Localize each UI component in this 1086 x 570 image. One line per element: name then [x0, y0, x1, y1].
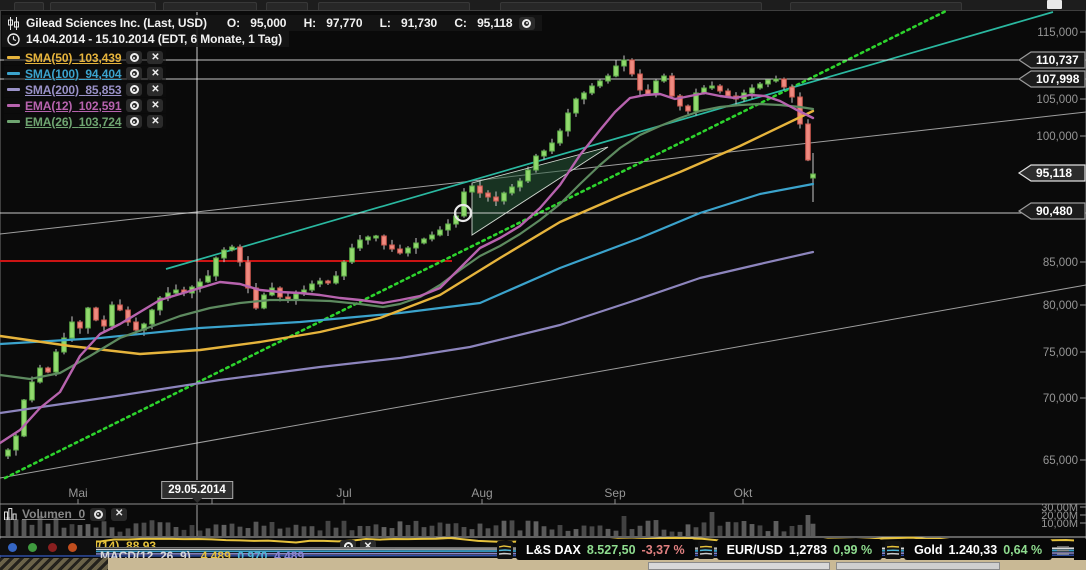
- dock-dot-green[interactable]: [28, 543, 37, 552]
- bar-chart-icon: [4, 508, 17, 520]
- eye-icon: [522, 19, 531, 28]
- dock-dot-blue[interactable]: [8, 543, 17, 552]
- visibility-toggle-button[interactable]: [126, 83, 142, 96]
- sparkline-icon: [885, 541, 901, 559]
- eye-icon: [130, 117, 139, 126]
- visibility-toggle-button[interactable]: [519, 17, 535, 30]
- eye-icon: [94, 510, 103, 519]
- svg-text:Jul: Jul: [336, 486, 351, 500]
- hatched-corner: [0, 558, 108, 570]
- visibility-toggle-button[interactable]: [126, 67, 142, 80]
- svg-text:Sep: Sep: [604, 486, 626, 500]
- eye-icon: [130, 69, 139, 78]
- panel-dock-dots: [0, 539, 96, 555]
- close-icon: ✕: [364, 542, 372, 548]
- sparkline-icon: [698, 541, 714, 559]
- volume-panel-header: Volumen 0 ✕: [4, 507, 127, 521]
- legend-row-ema26: EMA(26) 103,724 ✕: [4, 114, 166, 129]
- ticker-item-eurusd[interactable]: EUR/USD 1,2783 0,99 %: [717, 539, 882, 560]
- ticker-item-dax[interactable]: L&S DAX 8.527,50 -3,37 %: [516, 539, 695, 560]
- indicator-link[interactable]: SMA(200) 85,853: [25, 83, 121, 97]
- trading-app-window: 115,000 105,000 100,000 85,000 80,000 75,000 7…: [0, 0, 1086, 570]
- background-window-fragment: [836, 562, 1000, 570]
- visibility-toggle-button[interactable]: [340, 540, 356, 547]
- svg-text:70,000: 70,000: [1043, 393, 1078, 405]
- remove-indicator-button[interactable]: ✕: [147, 99, 163, 112]
- svg-text:75,000: 75,000: [1043, 347, 1078, 359]
- legend-row-ema12: EMA(12) 102,591 ✕: [4, 98, 166, 113]
- candlestick-chart-icon: [7, 17, 20, 30]
- close-icon: ✕: [151, 85, 159, 95]
- svg-text:105,000: 105,000: [1036, 94, 1078, 106]
- svg-text:115,000: 115,000: [1037, 27, 1078, 39]
- eye-icon: [130, 101, 139, 110]
- series-color-dash: [7, 88, 20, 91]
- close-icon: ✕: [151, 69, 159, 79]
- legend-row-sma200: SMA(200) 85,853 ✕: [4, 82, 166, 97]
- close-icon: ✕: [115, 509, 123, 519]
- indicator-link[interactable]: SMA(100) 94,404: [25, 67, 121, 81]
- indicator-link[interactable]: EMA(26) 103,724: [25, 115, 121, 129]
- volume-label[interactable]: Volumen 0: [22, 507, 85, 521]
- remove-indicator-button[interactable]: ✕: [147, 83, 163, 96]
- date-range-row: 14.04.2014 - 15.10.2014 (EDT, 6 Monate, …: [2, 31, 289, 47]
- sparkline-icon: [497, 541, 513, 559]
- visibility-toggle-button[interactable]: [126, 115, 142, 128]
- indicator-link[interactable]: EMA(12) 102,591: [25, 99, 121, 113]
- visibility-toggle-button[interactable]: [126, 99, 142, 112]
- dock-dot-red[interactable]: [48, 543, 57, 552]
- series-color-dash: [7, 120, 20, 123]
- svg-text:90,480: 90,480: [1036, 204, 1073, 218]
- svg-text:65,000: 65,000: [1043, 455, 1078, 467]
- indicator-link[interactable]: SMA(50) 103,439: [25, 51, 121, 65]
- eye-icon: [130, 53, 139, 62]
- legend-row-sma100: SMA(100) 94,404 ✕: [4, 66, 166, 81]
- instrument-title: Gilead Sciences Inc. (Last, USD): [26, 16, 207, 30]
- dock-dot-orange[interactable]: [68, 543, 77, 552]
- sparkline-icon: [1055, 541, 1071, 559]
- svg-text:Okt: Okt: [734, 486, 753, 500]
- market-ticker-bar: L&S DAX 8.527,50 -3,37 % EUR/USD 1,2783 …: [497, 539, 1086, 560]
- background-window-fragment: [648, 562, 830, 570]
- svg-text:107,998: 107,998: [1036, 72, 1080, 86]
- date-cursor-tag: 29.05.2014: [161, 481, 233, 499]
- svg-text:110,737: 110,737: [1036, 53, 1079, 67]
- visibility-toggle-button[interactable]: [126, 51, 142, 64]
- ticker-item-gold[interactable]: Gold 1.240,33 0,64 %: [904, 539, 1052, 560]
- footer-links: Newsletter | Guidants PR: [1074, 539, 1086, 560]
- remove-indicator-button[interactable]: ✕: [111, 508, 127, 521]
- indicator-legend: SMA(50) 103,439 ✕ SMA(100) 94,404 ✕ SMA(…: [4, 50, 166, 130]
- chart-header: Gilead Sciences Inc. (Last, USD) O: 95,0…: [2, 15, 542, 31]
- series-color-dash: [7, 56, 20, 59]
- macd-label[interactable]: MACD(12, 26, 9) 4,489 0,970 4,489: [100, 549, 304, 558]
- svg-text:80,000: 80,000: [1043, 300, 1078, 312]
- svg-text:95,118: 95,118: [1036, 166, 1072, 180]
- svg-text:85,000: 85,000: [1043, 257, 1078, 269]
- close-icon: ✕: [151, 101, 159, 111]
- close-icon: ✕: [151, 117, 159, 127]
- clock-icon: [7, 33, 20, 46]
- eye-icon: [130, 85, 139, 94]
- svg-text:10,00M: 10,00M: [1041, 518, 1078, 530]
- svg-text:Aug: Aug: [471, 486, 492, 500]
- ohlc-values: O: 95,000 H: 97,770 L: 91,730 C: 95,118: [213, 16, 513, 30]
- close-icon: ✕: [151, 53, 159, 63]
- remove-indicator-button[interactable]: ✕: [147, 115, 163, 128]
- legend-row-sma50: SMA(50) 103,439 ✕: [4, 50, 166, 65]
- svg-text:Mai: Mai: [68, 486, 87, 500]
- visibility-toggle-button[interactable]: [90, 508, 106, 521]
- eye-icon: [344, 542, 353, 547]
- remove-indicator-button[interactable]: ✕: [147, 51, 163, 64]
- svg-text:100,000: 100,000: [1036, 131, 1078, 143]
- series-color-dash: [7, 72, 20, 75]
- remove-indicator-button[interactable]: ✕: [147, 67, 163, 80]
- series-color-dash: [7, 104, 20, 107]
- date-range-label: 14.04.2014 - 15.10.2014 (EDT, 6 Monate, …: [26, 32, 282, 46]
- remove-indicator-button[interactable]: ✕: [360, 540, 376, 547]
